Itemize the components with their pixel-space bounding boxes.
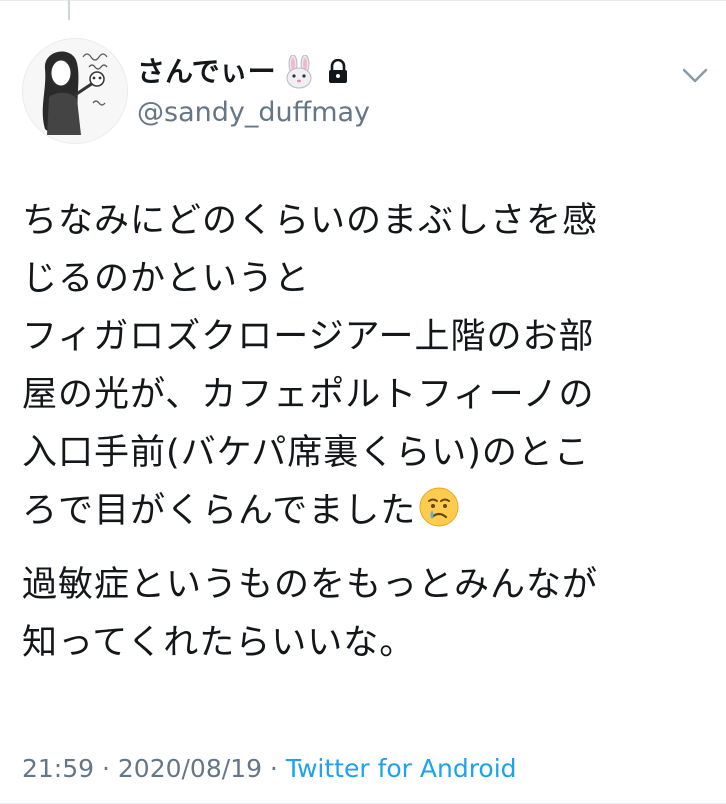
tweet-line: 過敏症というものをもっとみんなが: [22, 565, 599, 605]
tweet-line: 屋の光が、カフェポルトフィーノの: [22, 375, 595, 415]
tweet-line: フィガロズクロージアー上階のお部: [22, 317, 595, 357]
author-handle[interactable]: @sandy_duffmay: [137, 96, 370, 130]
top-divider: [0, 0, 726, 1]
meta-separator: ·: [94, 754, 118, 783]
tweet-line: 入口手前(バケパ席裏くらい)のとこ: [22, 433, 590, 473]
tweet-paragraph-2: 過敏症というものをもっとみんなが 知ってくれたらいいな。: [22, 556, 712, 672]
tweet-line: じるのかというと: [22, 259, 311, 299]
crying-face-icon: [418, 486, 460, 528]
tweet-line-text: ろで目がくらんでました: [22, 491, 417, 531]
lock-icon: [326, 58, 350, 85]
meta-separator: ·: [261, 754, 286, 783]
thread-connector-line: [68, 0, 70, 20]
author-name-row: さんでぃー: [137, 54, 350, 89]
tweet-metadata: 21:59 · 2020/08/19 · Twitter for Android: [22, 752, 517, 786]
tweet-date[interactable]: 2020/08/19: [118, 754, 262, 783]
tweet-line-with-emoji: ろで目がくらんでました: [22, 482, 712, 540]
tweet-paragraph-1: ちなみにどのくらいのまぶしさを感 じるのかというと フィガロズクロージアー上階の…: [22, 192, 712, 540]
tweet-line: ちなみにどのくらいのまぶしさを感: [22, 201, 599, 241]
tweet-line: 知ってくれたらいいな。: [22, 623, 416, 663]
rabbit-face-icon: [282, 54, 316, 89]
author-display-name[interactable]: さんでぃー: [137, 55, 276, 89]
chevron-down-icon[interactable]: [680, 64, 710, 88]
avatar[interactable]: [22, 38, 128, 144]
avatar-illustration: [23, 39, 127, 143]
tweet-time[interactable]: 21:59: [22, 754, 94, 783]
tweet-text: ちなみにどのくらいのまぶしさを感 じるのかというと フィガロズクロージアー上階の…: [22, 192, 712, 672]
tweet-source-link[interactable]: Twitter for Android: [286, 754, 517, 783]
